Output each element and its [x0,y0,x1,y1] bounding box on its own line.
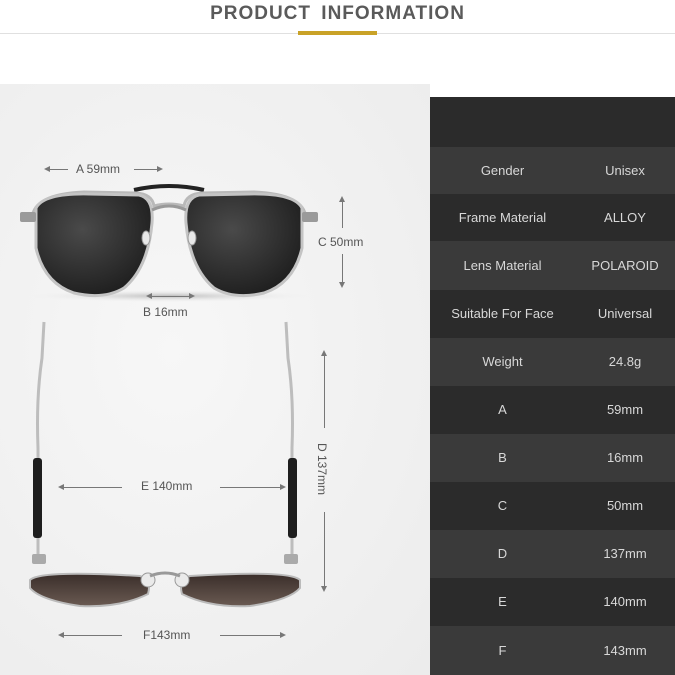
dim-b-label: B 16mm [143,305,188,319]
spec-table: Gender Unisex Frame Material ALLOY Lens Mate… [430,97,675,675]
page-title: PRODUCT INFORMATION [210,3,465,24]
spec-table-row: A 59mm [430,386,675,434]
spec-table-row: Suitable For Face Universal [430,290,675,338]
spec-table-row: F 143mm [430,626,675,675]
dim-e-line-left [62,487,122,488]
spec-table-row: Gender Unisex [430,147,675,194]
spec-table-row: D 137mm [430,530,675,578]
spec-label: Suitable For Face [451,306,554,321]
spec-label: F [498,643,507,658]
spec-table-header-row [430,97,675,147]
spec-value: Unisex [605,163,645,178]
dim-a-arrow-right [157,166,163,172]
spec-value: 59mm [606,402,644,417]
spec-value: 140mm [603,594,647,609]
dim-f-line-right [220,635,280,636]
dim-c-arrow-down [339,282,345,288]
spec-value: 24.8g [608,354,642,369]
dim-e-line-right [220,487,280,488]
spec-label: A [498,402,507,417]
dim-c-line-top [342,200,343,228]
spec-label: Gender [480,163,525,178]
dim-f-label: F143mm [143,628,191,642]
dim-d-line-top [324,354,325,428]
spec-label: Weight [482,354,523,369]
dim-c-label: C 50mm [318,235,364,249]
spec-label: D [497,546,508,561]
sunglasses-front-image [20,184,318,302]
spec-label: E [498,594,507,609]
spec-value: POLAROID [591,258,659,273]
page-header: PRODUCT INFORMATION [0,0,675,84]
dim-d-label: D 137mm [315,442,330,496]
dim-e-label: E 140mm [141,479,193,493]
spec-label: B [498,450,507,465]
dim-b-arrow-right [189,293,195,299]
dim-d-line-bottom [324,512,325,586]
spec-value: 143mm [603,643,647,658]
spec-table-row: C 50mm [430,482,675,530]
dim-a-label: A 59mm [76,162,121,176]
spec-value: 137mm [603,546,647,561]
dim-a-line-left [48,169,68,170]
spec-table-row: Lens Material POLAROID [430,241,675,290]
spec-label: C [497,498,508,513]
dim-c-line-bottom [342,254,343,282]
dim-a-arrow-left [44,166,50,172]
dim-a-line-right [134,169,158,170]
dim-f-line-left [62,635,122,636]
spec-table-row: B 16mm [430,434,675,482]
spec-table-row: E 140mm [430,578,675,626]
spec-value: Universal [597,306,653,321]
spec-value: ALLOY [604,210,646,225]
spec-label: Frame Material [458,210,547,225]
dim-f-arrow-right [280,632,286,638]
dim-e-arrow-right [280,484,286,490]
spec-value: 16mm [606,450,644,465]
spec-value: 50mm [606,498,644,513]
dim-d-arrow-down [321,586,327,592]
spec-label: Lens Material [463,258,542,273]
sunglasses-top-image [29,321,301,608]
title-accent-bar [298,31,377,35]
spec-table-row: Frame Material ALLOY [430,194,675,241]
dim-b-line [150,296,190,297]
spec-table-row: Weight 24.8g [430,338,675,386]
